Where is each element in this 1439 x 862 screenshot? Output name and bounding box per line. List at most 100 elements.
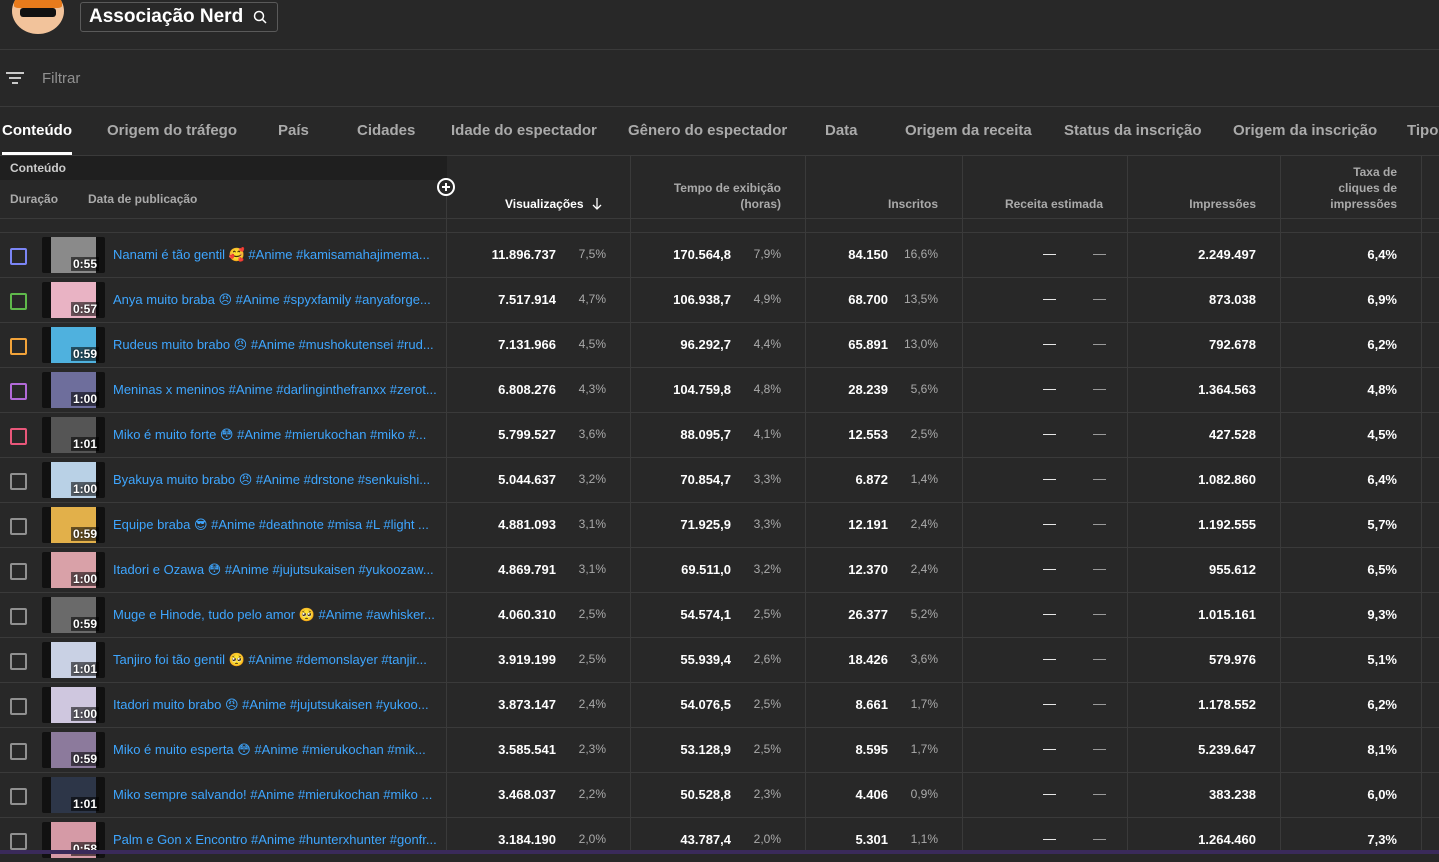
tab-country[interactable]: País	[278, 122, 309, 139]
tab-cities[interactable]: Cidades	[357, 122, 415, 139]
tab-traffic-source[interactable]: Origem do tráfego	[107, 122, 237, 139]
video-thumbnail[interactable]: 1:01	[42, 777, 105, 813]
row-checkbox[interactable]	[10, 608, 27, 625]
video-thumbnail[interactable]: 0:59	[42, 732, 105, 768]
table-row[interactable]: 1:00 Itadori e Ozawa 😳 #Anime #jujutsukai…	[0, 547, 1439, 592]
row-checkbox[interactable]	[10, 248, 27, 265]
video-thumbnail[interactable]: 1:00	[42, 687, 105, 723]
row-checkbox[interactable]	[10, 338, 27, 355]
video-duration: 1:00	[71, 482, 99, 496]
table-row[interactable]: 0:57 Anya muito braba 😠 #Anime #spyxfamil…	[0, 277, 1439, 322]
filter-input[interactable]: Filtrar	[42, 70, 80, 87]
row-checkbox[interactable]	[10, 563, 27, 580]
watch-time-percent: 2,0%	[754, 832, 781, 846]
col-views[interactable]: Visualizações	[505, 197, 584, 211]
table-row[interactable]: 1:01 Miko sempre salvando! #Anime #mieruk…	[0, 772, 1439, 817]
video-title-link[interactable]: Itadori muito brabo 😠 #Anime #jujutsukai…	[113, 697, 439, 713]
revenue-value: —	[1043, 606, 1056, 621]
table-row[interactable]: 0:59 Muge e Hinode, tudo pelo amor 🥺 #Ani…	[0, 592, 1439, 637]
views-value: 5.799.527	[498, 427, 556, 442]
video-title-link[interactable]: Miko sempre salvando! #Anime #mierukocha…	[113, 787, 439, 802]
video-duration: 1:00	[71, 707, 99, 721]
video-title-link[interactable]: Anya muito braba 😠 #Anime #spyxfamily #a…	[113, 292, 439, 308]
tab-subscription-status[interactable]: Status da inscrição	[1064, 122, 1202, 139]
col-ctr-line1[interactable]: Taxa de	[1353, 165, 1397, 179]
video-duration: 0:59	[71, 527, 99, 541]
video-thumbnail[interactable]: 1:01	[42, 417, 105, 453]
watch-time-percent: 4,9%	[754, 292, 781, 306]
video-title-link[interactable]: Miko é muito forte 😳 #Anime #mierukochan…	[113, 427, 439, 443]
video-thumbnail[interactable]: 0:59	[42, 597, 105, 633]
tab-type[interactable]: Tipo	[1407, 122, 1438, 139]
table-row[interactable]: 1:00 Itadori muito brabo 😠 #Anime #jujuts…	[0, 682, 1439, 727]
channel-selector[interactable]: Associação Nerd	[80, 2, 278, 32]
video-thumbnail[interactable]: 1:00	[42, 552, 105, 588]
video-thumbnail[interactable]: 1:01	[42, 642, 105, 678]
table-row[interactable]: 0:59 Miko é muito esperta 😳 #Anime #mieru…	[0, 727, 1439, 772]
row-checkbox[interactable]	[10, 698, 27, 715]
tab-revenue-source[interactable]: Origem da receita	[905, 122, 1032, 139]
video-duration: 1:01	[71, 437, 99, 451]
video-title-link[interactable]: Miko é muito esperta 😳 #Anime #mierukoch…	[113, 742, 439, 758]
revenue-value: —	[1043, 741, 1056, 756]
row-checkbox[interactable]	[10, 833, 27, 850]
video-title-link[interactable]: Itadori e Ozawa 😳 #Anime #jujutsukaisen …	[113, 562, 439, 578]
filter-bar[interactable]: Filtrar	[0, 51, 1439, 107]
video-title-link[interactable]: Tanjiro foi tão gentil 🥺 #Anime #demonsl…	[113, 652, 439, 668]
row-checkbox[interactable]	[10, 293, 27, 310]
video-duration: 0:59	[71, 752, 99, 766]
watch-time-value: 54.574,1	[680, 607, 731, 622]
tab-viewer-age[interactable]: Idade do espectador	[451, 122, 597, 139]
table-row[interactable]: 1:00 Byakuya muito brabo 😠 #Anime #drston…	[0, 457, 1439, 502]
row-checkbox[interactable]	[10, 653, 27, 670]
tab-subscription-source[interactable]: Origem da inscrição	[1233, 122, 1377, 139]
video-title-link[interactable]: Meninas x meninos #Anime #darlinginthefr…	[113, 382, 439, 397]
col-duration[interactable]: Duração	[10, 192, 58, 206]
row-checkbox[interactable]	[10, 518, 27, 535]
video-title-link[interactable]: Palm e Gon x Encontro #Anime #hunterxhun…	[113, 832, 439, 847]
ctr-value: 5,7%	[1367, 517, 1397, 532]
watch-time-value: 170.564,8	[673, 247, 731, 262]
col-published-date[interactable]: Data de publicação	[88, 192, 197, 206]
row-checkbox[interactable]	[10, 788, 27, 805]
col-watch-time-line1[interactable]: Tempo de exibição	[674, 181, 781, 195]
col-subscribers[interactable]: Inscritos	[888, 197, 938, 211]
video-thumbnail[interactable]: 0:59	[42, 327, 105, 363]
video-thumbnail[interactable]: 0:55	[42, 237, 105, 273]
tab-viewer-gender[interactable]: Gênero do espectador	[628, 122, 787, 139]
table-row[interactable]: 0:55 Nanami é tão gentil 🥰 #Anime #kamisa…	[0, 232, 1439, 277]
watch-time-value: 70.854,7	[680, 472, 731, 487]
channel-avatar[interactable]	[12, 0, 64, 34]
subscribers-value: 12.191	[848, 517, 888, 532]
tab-content[interactable]: Conteúdo	[2, 122, 72, 139]
tab-date[interactable]: Data	[825, 122, 858, 139]
table-row[interactable]: 1:01 Tanjiro foi tão gentil 🥺 #Anime #dem…	[0, 637, 1439, 682]
table-row[interactable]: 0:59 Equipe braba 😎 #Anime #deathnote #mi…	[0, 502, 1439, 547]
video-title-link[interactable]: Nanami é tão gentil 🥰 #Anime #kamisamaha…	[113, 247, 439, 263]
table-row[interactable]: 0:58Palm e Gon x Encontro #Anime #hunter…	[0, 817, 1439, 862]
impressions-value: 1.015.161	[1198, 607, 1256, 622]
table-row[interactable]: 0:59 Rudeus muito brabo 😠 #Anime #mushoku…	[0, 322, 1439, 367]
add-column-button[interactable]	[437, 178, 455, 196]
video-thumbnail[interactable]: 1:00	[42, 462, 105, 498]
row-checkbox[interactable]	[10, 473, 27, 490]
row-checkbox[interactable]	[10, 428, 27, 445]
video-thumbnail[interactable]: 0:57	[42, 282, 105, 318]
views-percent: 2,4%	[579, 697, 606, 711]
table-row[interactable]: 1:00 Meninas x meninos #Anime #darlingint…	[0, 367, 1439, 412]
impressions-value: 427.528	[1209, 427, 1256, 442]
table-row[interactable]: 1:01 Miko é muito forte 😳 #Anime #mieruko…	[0, 412, 1439, 457]
video-thumbnail[interactable]: 0:59	[42, 507, 105, 543]
row-checkbox[interactable]	[10, 383, 27, 400]
video-title-link[interactable]: Rudeus muito brabo 😠 #Anime #mushokutens…	[113, 337, 439, 353]
video-title-link[interactable]: Muge e Hinode, tudo pelo amor 🥺 #Anime #…	[113, 607, 439, 623]
col-estimated-revenue[interactable]: Receita estimada	[1005, 197, 1103, 211]
filter-icon[interactable]	[6, 71, 24, 85]
row-checkbox[interactable]	[10, 743, 27, 760]
col-impressions[interactable]: Impressões	[1189, 197, 1256, 211]
video-thumbnail[interactable]: 1:00	[42, 372, 105, 408]
video-duration: 0:55	[71, 257, 99, 271]
video-title-link[interactable]: Equipe braba 😎 #Anime #deathnote #misa #…	[113, 517, 439, 533]
sort-down-icon[interactable]	[592, 198, 602, 210]
video-title-link[interactable]: Byakuya muito brabo 😠 #Anime #drstone #s…	[113, 472, 439, 488]
